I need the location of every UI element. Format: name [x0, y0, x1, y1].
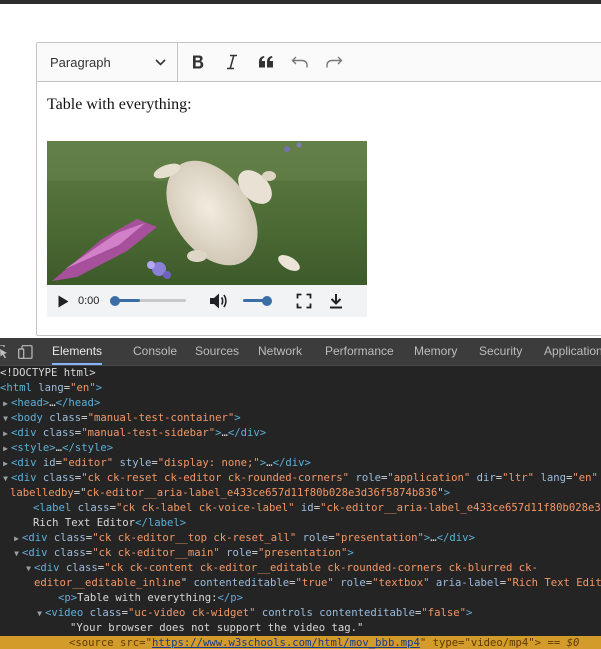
tab-performance[interactable]: Performance [325, 338, 394, 365]
device-toolbar-button[interactable] [18, 338, 34, 365]
dom-node-text: <style>…</style> [11, 442, 114, 454]
dom-node-text: "Your browser does not support the video… [70, 622, 364, 634]
browser-top-edge [0, 0, 601, 4]
dom-node-line[interactable]: editor__editable_inline" contenteditable… [0, 576, 601, 591]
italic-icon [227, 54, 237, 70]
tab-application[interactable]: Application [544, 338, 601, 365]
dom-node-line[interactable]: <p>Table with everything:</p> [0, 591, 601, 606]
fullscreen-button[interactable] [296, 293, 312, 309]
dom-node-text: <!DOCTYPE html> [0, 367, 96, 379]
devtools-tab-bar: Elements Console Sources Network Perform… [0, 338, 601, 366]
editor-toolbar: Paragraph [37, 43, 601, 82]
dom-node-text: <div class="ck ck-reset ck-editor ck-rou… [11, 472, 598, 484]
dom-node-line[interactable]: <source src="https://www.w3schools.com/h… [0, 636, 601, 649]
dom-node-text: labelledby="ck-editor__aria-label_e433ce… [10, 487, 451, 499]
collapse-arrow-icon[interactable]: ▼ [23, 561, 34, 576]
dom-node-line[interactable]: Rich Text Editor</label> [0, 516, 601, 531]
video-time: 0:00 [78, 295, 100, 307]
dom-node-line[interactable]: ▼ <div class="ck ck-content ck-editor__ed… [0, 561, 601, 576]
dom-node-line[interactable]: ▶ <div id="editor" style="display: none;"… [0, 456, 601, 471]
dom-node-text: <div class="ck ck-editor__main" role="pr… [22, 547, 354, 559]
dom-node-text: <label class="ck ck-label ck-voice-label… [33, 502, 601, 514]
dom-tree: <!DOCTYPE html> <html lang="en"> ▶ <head>…<… [0, 366, 601, 649]
tab-security[interactable]: Security [479, 338, 522, 365]
dom-node-line[interactable]: ▶ <div class="ck ck-editor__top ck-reset_… [0, 531, 601, 546]
dom-node-line[interactable]: <label class="ck ck-label ck-voice-label… [0, 501, 601, 516]
collapse-arrow-icon[interactable]: ▼ [0, 471, 11, 486]
inspect-element-button[interactable] [0, 338, 8, 365]
fullscreen-icon [296, 293, 312, 309]
volume-icon [210, 293, 227, 309]
volume-knob[interactable] [262, 295, 272, 306]
tab-sources[interactable]: Sources [195, 338, 239, 365]
tab-network[interactable]: Network [258, 338, 302, 365]
editor-content[interactable]: Table with everything: [37, 82, 601, 128]
dom-node-line[interactable]: <!DOCTYPE html> [0, 366, 601, 381]
heading-dropdown-label: Paragraph [50, 54, 111, 70]
dom-node-line[interactable]: ▼ <video class="uc-video ck-widget" contr… [0, 606, 601, 621]
download-button[interactable] [328, 293, 344, 309]
expand-arrow-icon[interactable]: ▶ [0, 456, 11, 471]
expand-arrow-icon[interactable]: ▶ [0, 441, 11, 456]
dom-node-line[interactable]: "Your browser does not support the video… [0, 621, 601, 636]
video-widget[interactable]: 0:00 [47, 141, 367, 317]
dom-node-line[interactable]: ▶ <head>…</head> [0, 396, 601, 411]
dom-node-line[interactable]: <html lang="en"> [0, 381, 601, 396]
dom-node-line[interactable]: ▼ <body class="manual-test-container"> [0, 411, 601, 426]
heading-dropdown[interactable]: Paragraph [37, 43, 178, 81]
bold-icon [193, 55, 204, 69]
mute-button[interactable] [209, 291, 229, 311]
tab-elements[interactable]: Elements [52, 338, 103, 365]
devtools-panel: Elements Console Sources Network Perform… [0, 338, 601, 649]
collapse-arrow-icon[interactable]: ▼ [0, 411, 11, 426]
collapse-arrow-icon[interactable]: ▼ [34, 606, 45, 621]
tab-memory[interactable]: Memory [414, 338, 457, 365]
italic-button[interactable] [215, 43, 249, 81]
expand-arrow-icon[interactable]: ▶ [0, 396, 11, 411]
device-toggle-icon [18, 344, 33, 359]
video-progress-bar[interactable] [110, 295, 186, 306]
undo-icon [291, 56, 308, 68]
dom-node-line[interactable]: ▼ <div class="ck ck-editor__main" role="p… [0, 546, 601, 561]
dom-node-text: <video class="uc-video ck-widget" contro… [45, 607, 473, 619]
volume-slider[interactable] [243, 295, 272, 306]
block-quote-button[interactable] [249, 43, 283, 81]
dom-node-line[interactable]: ▶ <style>…</style> [0, 441, 601, 456]
dom-node-line[interactable]: ▼ <div class="ck ck-reset ck-editor ck-ro… [0, 471, 601, 486]
tab-console[interactable]: Console [133, 338, 177, 365]
dom-node-text: <html lang="en"> [0, 382, 103, 394]
rich-text-editor: Paragraph Table with everything: 0:00 [36, 42, 601, 336]
redo-button[interactable] [317, 43, 351, 81]
dom-node-text: <body class="manual-test-container"> [11, 412, 241, 424]
content-paragraph[interactable]: Table with everything: [47, 96, 601, 114]
quote-icon [259, 56, 273, 68]
inspect-icon [0, 344, 7, 358]
dom-node-text: editor__editable_inline" contenteditable… [34, 577, 601, 589]
dom-node-text: <head>…</head> [11, 397, 101, 409]
collapse-arrow-icon[interactable]: ▼ [11, 546, 22, 561]
progress-knob[interactable] [110, 295, 120, 306]
redo-icon [326, 56, 343, 68]
dom-node-text: <p>Table with everything:</p> [58, 592, 244, 604]
dom-node-line[interactable]: labelledby="ck-editor__aria-label_e433ce… [0, 486, 601, 501]
dom-node-text: <div class="ck ck-content ck-editor__edi… [34, 562, 538, 574]
undo-button[interactable] [283, 43, 317, 81]
dom-node-text: Rich Text Editor</label> [33, 517, 187, 529]
dom-node-text: <div id="editor" style="display: none;">… [11, 457, 311, 469]
play-button[interactable] [58, 294, 70, 308]
video-frame [47, 141, 367, 285]
expand-arrow-icon[interactable]: ▶ [0, 426, 11, 441]
video-controls: 0:00 [47, 285, 367, 317]
dom-node-text: <div class="ck ck-editor__top ck-reset_a… [22, 532, 475, 544]
play-icon [58, 295, 69, 307]
dom-node-text: <div class="manual-test-sidebar">…</div> [11, 427, 267, 439]
dom-node-text: <source src="https://www.w3schools.com/h… [69, 637, 580, 649]
bold-button[interactable] [181, 43, 215, 81]
chevron-down-icon [155, 58, 166, 66]
download-icon [330, 294, 342, 309]
dom-node-line[interactable]: ▶ <div class="manual-test-sidebar">…</div… [0, 426, 601, 441]
expand-arrow-icon[interactable]: ▶ [11, 531, 22, 546]
